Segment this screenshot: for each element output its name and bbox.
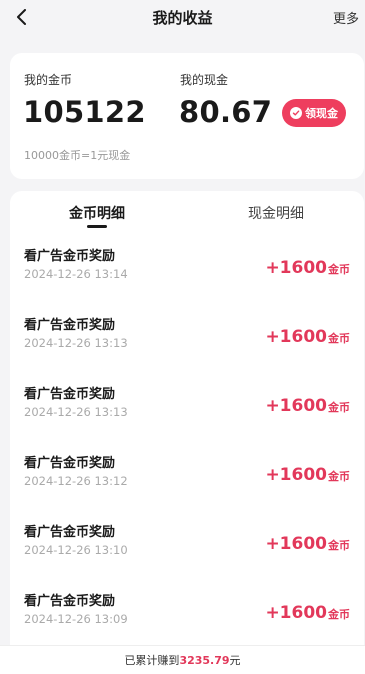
- list-item: 看广告金币奖励 2024-12-26 13:13 +1600金币: [10, 375, 364, 444]
- record-time: 2024-12-26 13:14: [24, 267, 128, 281]
- record-time: 2024-12-26 13:13: [24, 405, 128, 419]
- exchange-rate-text: 10000金币=1元现金: [24, 149, 131, 162]
- record-time: 2024-12-26 13:09: [24, 612, 128, 626]
- record-amount: +1600金币: [265, 258, 350, 278]
- active-tab-indicator: [87, 225, 107, 228]
- record-time: 2024-12-26 13:10: [24, 543, 128, 557]
- record-title: 看广告金币奖励: [24, 456, 116, 471]
- record-amount: +1600金币: [265, 396, 350, 416]
- check-icon: [290, 107, 302, 119]
- top-bar: 我的收益 更多: [0, 0, 365, 34]
- total-suffix: 元: [229, 654, 241, 667]
- record-time: 2024-12-26 13:12: [24, 474, 128, 488]
- coin-record-list: 看广告金币奖励 2024-12-26 13:14 +1600金币 看广告金币奖励…: [10, 237, 364, 651]
- chevron-left-icon: [17, 9, 26, 25]
- coins-label: 我的金币: [24, 73, 73, 87]
- record-amount: +1600金币: [265, 534, 350, 554]
- more-button[interactable]: 更多: [333, 8, 359, 27]
- back-button[interactable]: [12, 7, 32, 27]
- earnings-summary-card: 我的金币 105122 我的现金 80.67 领现金 10000金币=1元现金: [10, 53, 364, 179]
- tab-cash-details[interactable]: 现金明细: [248, 203, 304, 223]
- cash-label: 我的现金: [180, 73, 229, 87]
- list-item: 看广告金币奖励 2024-12-26 13:12 +1600金币: [10, 444, 364, 513]
- record-title: 看广告金币奖励: [24, 594, 116, 609]
- record-title: 看广告金币奖励: [24, 318, 116, 333]
- record-time: 2024-12-26 13:13: [24, 336, 128, 350]
- detail-card: 金币明细 现金明细 看广告金币奖励 2024-12-26 13:14 +1600…: [10, 191, 364, 651]
- record-amount: +1600金币: [265, 465, 350, 485]
- total-earned-value: 3235.79: [179, 653, 230, 667]
- list-item: 看广告金币奖励 2024-12-26 13:14 +1600金币: [10, 237, 364, 306]
- tab-coin-details[interactable]: 金币明细: [69, 203, 125, 223]
- list-item: 看广告金币奖励 2024-12-26 13:10 +1600金币: [10, 513, 364, 582]
- record-title: 看广告金币奖励: [24, 249, 116, 264]
- record-amount: +1600金币: [265, 603, 350, 623]
- withdraw-label: 领现金: [305, 107, 338, 120]
- total-prefix: 已累计赚到: [124, 654, 180, 667]
- total-earned-footer: 已累计赚到 3235.79 元: [0, 645, 365, 674]
- record-amount: +1600金币: [265, 327, 350, 347]
- coins-value: 105122: [23, 95, 146, 129]
- record-title: 看广告金币奖励: [24, 525, 116, 540]
- list-item: 看广告金币奖励 2024-12-26 13:09 +1600金币: [10, 582, 364, 651]
- withdraw-cash-button[interactable]: 领现金: [282, 99, 346, 127]
- page-title: 我的收益: [152, 8, 213, 27]
- cash-value: 80.67: [179, 95, 273, 129]
- record-title: 看广告金币奖励: [24, 387, 116, 402]
- list-item: 看广告金币奖励 2024-12-26 13:13 +1600金币: [10, 306, 364, 375]
